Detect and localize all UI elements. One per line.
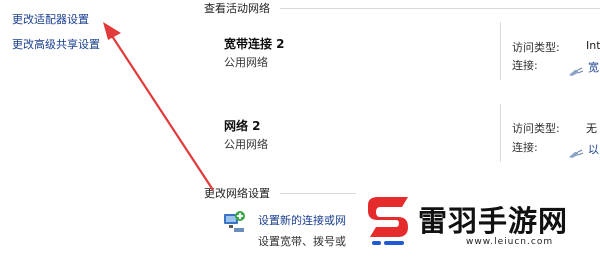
watermark-logo-icon bbox=[362, 195, 414, 253]
watermark-text: 雷羽手游网 bbox=[418, 204, 569, 238]
watermark: 雷羽手游网 www.leiucn.com bbox=[356, 189, 600, 259]
watermark-url: www.leiucn.com bbox=[466, 237, 554, 247]
